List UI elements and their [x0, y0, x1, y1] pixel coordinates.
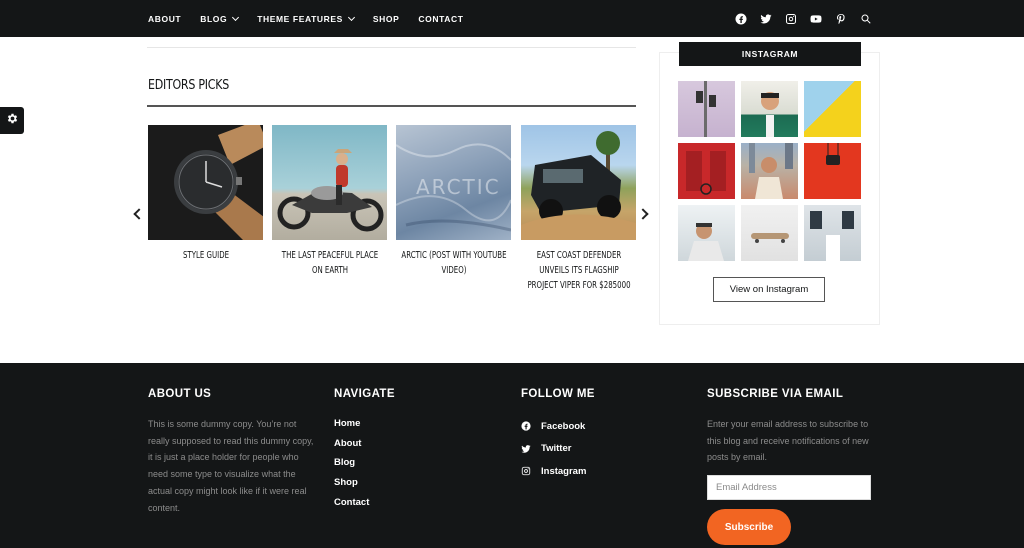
chevron-down-icon — [347, 13, 355, 21]
instagram-photo[interactable] — [741, 81, 798, 137]
instagram-photo[interactable] — [804, 143, 861, 199]
divider — [147, 47, 636, 48]
nav-item-label: CONTACT — [418, 13, 464, 24]
search-icon[interactable] — [859, 12, 872, 25]
section-divider — [147, 105, 636, 107]
gear-icon — [6, 112, 19, 130]
view-on-instagram-button[interactable]: View on Instagram — [713, 277, 825, 302]
post-thumbnail-watch[interactable] — [148, 125, 263, 240]
facebook-icon[interactable] — [734, 12, 747, 25]
youtube-icon[interactable] — [809, 12, 822, 25]
instagram-photo[interactable] — [804, 205, 861, 261]
post-thumbnail-truck[interactable] — [521, 125, 636, 240]
follow-facebook-link[interactable]: Facebook — [521, 415, 586, 438]
top-navbar: ABOUT BLOG THEME FEATURES SHOP CONTACT — [0, 0, 1024, 37]
twitter-icon — [521, 444, 531, 453]
instagram-photo[interactable] — [741, 143, 798, 199]
footer-follow-list: Facebook Twitter Instagram — [521, 415, 586, 483]
nav-item-shop[interactable]: SHOP — [373, 14, 400, 24]
instagram-photo[interactable] — [678, 81, 735, 137]
editors-picks-title: EDITORS PICKS — [148, 78, 229, 93]
email-address-input[interactable] — [707, 475, 871, 500]
main-menu: ABOUT BLOG THEME FEATURES SHOP CONTACT — [148, 0, 483, 37]
instagram-widget-title: INSTAGRAM — [679, 42, 861, 66]
facebook-icon — [521, 421, 531, 431]
instagram-photo[interactable] — [678, 143, 735, 199]
instagram-photo[interactable] — [678, 205, 735, 261]
carousel-item: THE LAST PEACEFUL PLACE ON EARTH — [272, 125, 387, 278]
footer-follow-title: FOLLOW ME — [521, 388, 595, 400]
instagram-photo[interactable] — [804, 81, 861, 137]
arctic-watermark: ARCTIC — [416, 175, 501, 199]
social-links — [734, 0, 872, 37]
carousel-item: STYLE GUIDE — [148, 125, 263, 263]
post-thumbnail-arctic[interactable]: ARCTIC — [396, 125, 511, 240]
nav-item-label: SHOP — [372, 13, 400, 24]
follow-label: Facebook — [541, 420, 586, 432]
footer-link-about[interactable]: About — [334, 438, 369, 458]
nav-item-label: ABOUT — [148, 13, 182, 24]
post-title[interactable]: EAST COAST DEFENDER UNVEILS ITS FLAGSHIP… — [524, 248, 633, 293]
follow-label: Instagram — [541, 465, 587, 477]
chevron-down-icon — [232, 13, 240, 21]
nav-item-theme-features[interactable]: THEME FEATURES — [257, 13, 355, 24]
instagram-photo[interactable] — [741, 205, 798, 261]
nav-item-label: THEME FEATURES — [257, 13, 343, 24]
post-title[interactable]: STYLE GUIDE — [151, 248, 260, 263]
footer-nav-list: Home About Blog Shop Contact — [334, 418, 369, 516]
footer-navigate-title: NAVIGATE — [334, 388, 395, 400]
nav-item-blog[interactable]: BLOG — [200, 13, 240, 24]
instagram-grid — [678, 81, 861, 261]
follow-instagram-link[interactable]: Instagram — [521, 460, 586, 483]
footer-about-text: This is some dummy copy. You’re not real… — [148, 419, 314, 513]
post-title[interactable]: THE LAST PEACEFUL PLACE ON EARTH — [275, 248, 384, 278]
footer-link-blog[interactable]: Blog — [334, 457, 369, 477]
footer-subscribe-title: SUBSCRIBE VIA EMAIL — [707, 388, 844, 400]
nav-item-contact[interactable]: CONTACT — [418, 14, 463, 24]
pinterest-icon[interactable] — [834, 12, 847, 25]
footer-link-contact[interactable]: Contact — [334, 497, 369, 517]
footer-link-shop[interactable]: Shop — [334, 477, 369, 497]
carousel-item: ARCTIC ARCTIC (POST WITH YOUTUBE VIDEO) — [396, 125, 511, 278]
carousel-item: EAST COAST DEFENDER UNVEILS ITS FLAGSHIP… — [521, 125, 636, 293]
twitter-icon[interactable] — [759, 12, 772, 25]
footer-link-home[interactable]: Home — [334, 418, 369, 438]
settings-tab[interactable] — [0, 107, 24, 134]
subscribe-button[interactable]: Subscribe — [707, 509, 791, 545]
nav-item-about[interactable]: ABOUT — [148, 14, 181, 24]
footer-about-title: ABOUT US — [148, 388, 212, 400]
footer-subscribe-text: Enter your email address to subscribe to… — [707, 419, 869, 463]
post-thumbnail-motorcycle[interactable] — [272, 125, 387, 240]
follow-label: Twitter — [541, 443, 572, 455]
post-title[interactable]: ARCTIC (POST WITH YOUTUBE VIDEO) — [399, 248, 508, 278]
instagram-icon[interactable] — [784, 12, 797, 25]
instagram-icon — [521, 467, 531, 476]
carousel-prev-arrow-icon[interactable] — [133, 208, 145, 220]
carousel-next-arrow-icon[interactable] — [637, 208, 649, 220]
follow-twitter-link[interactable]: Twitter — [521, 438, 586, 461]
nav-item-label: BLOG — [200, 13, 228, 24]
